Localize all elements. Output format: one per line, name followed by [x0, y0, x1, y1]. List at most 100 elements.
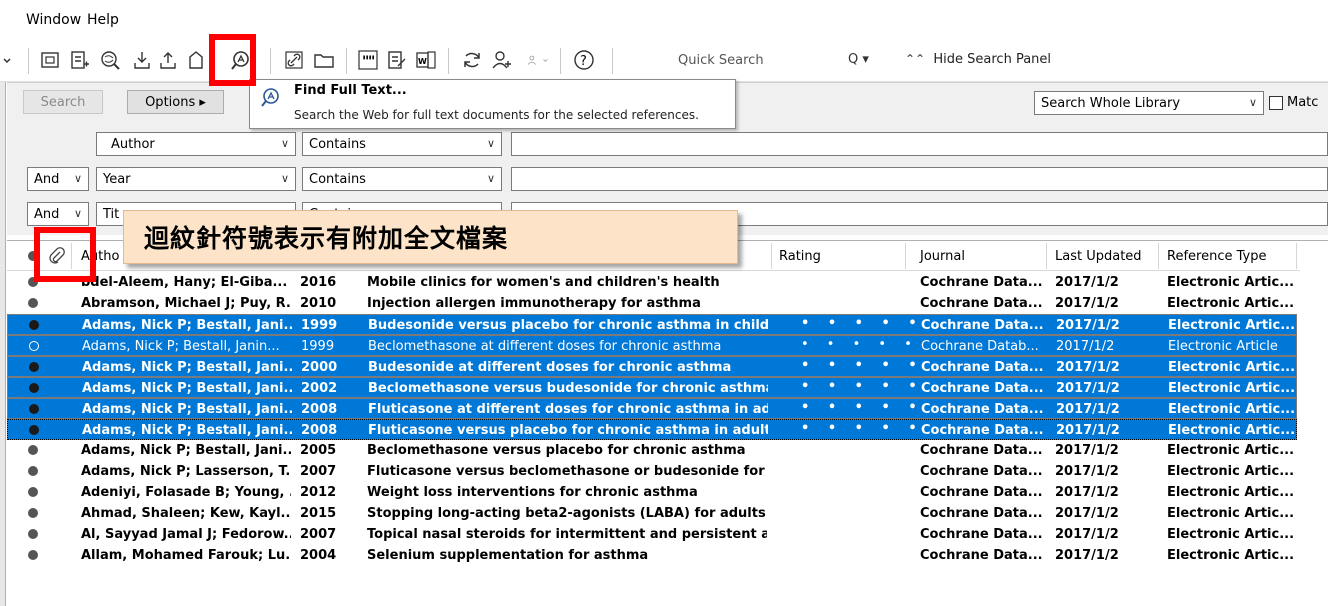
cell-journal: Cochrane Data... [921, 423, 1044, 438]
chevron-down-icon: ∨ [486, 137, 495, 150]
find-full-text-tooltip: Find Full Text... Search the Web for ful… [249, 79, 736, 129]
search-bool-value-2: And [34, 171, 60, 187]
table-row[interactable]: Adams, Nick P; Bestall, Janin... 1999 Becl… [7, 335, 1297, 356]
highlight-paperclip [34, 227, 96, 282]
match-case-checkbox[interactable] [1269, 96, 1283, 110]
share-icon[interactable] [490, 48, 514, 72]
table-row[interactable]: Adams, Nick P; Bestall, Jani... 2002 Beclo… [7, 377, 1297, 398]
cell-title: Stopping long-acting beta2-agonists (LAB… [367, 506, 767, 521]
cell-author: bdel-Aleem, Hany; El-Giba... [81, 275, 288, 290]
read-status-icon [28, 529, 38, 539]
chevron-up-icon: ⌃⌃ [905, 52, 926, 66]
cell-title: Topical nasal steroids for intermittent … [367, 527, 767, 542]
rating-stars[interactable]: • • • • • [801, 337, 919, 352]
rating-stars[interactable]: • • • • • [801, 400, 924, 415]
table-row[interactable]: Adams, Nick P; Bestall, Jani... 2000 Budes… [7, 356, 1297, 377]
cell-author: Allam, Mohamed Farouk; Lu... [81, 548, 291, 563]
new-library-icon[interactable] [38, 48, 62, 72]
search-op-value-1: Contains [309, 136, 366, 152]
search-field-value-2: Year [103, 171, 131, 187]
rating-stars[interactable]: • • • • • [801, 358, 924, 373]
table-row[interactable]: Abramson, Michael J; Puy, R... 2010 Inject… [7, 293, 1297, 314]
chevron-down-icon[interactable] [0, 48, 14, 72]
sync-icon[interactable] [460, 48, 484, 72]
download-icon[interactable] [130, 48, 154, 72]
cell-author: Adams, Nick P; Bestall, Janin... [82, 339, 280, 354]
svg-text:?: ? [580, 54, 587, 69]
cell-title: Weight loss interventions for chronic as… [367, 485, 698, 500]
table-row[interactable]: Allam, Mohamed Farouk; Lu... 2004 Selenium… [7, 545, 1297, 566]
options-button[interactable]: Options ▸ [127, 90, 224, 114]
search-op-select-1[interactable]: Contains ∨ [302, 132, 502, 156]
table-row[interactable]: Al, Sayyad Jamal J; Fedorow... 2007 Topica… [7, 524, 1297, 545]
online-search-icon[interactable] [98, 48, 122, 72]
annotation-callout: 迴紋針符號表示有附加全文檔案 [123, 210, 738, 264]
search-scope-select[interactable]: Search Whole Library ∨ [1034, 91, 1264, 115]
cell-journal: Cochrane Data... [921, 318, 1044, 333]
word-icon[interactable]: W [414, 48, 438, 72]
cell-reference-type: Electronic Artic... [1167, 548, 1295, 563]
search-field-select-2[interactable]: Year ∨ [96, 167, 296, 191]
cell-title: Selenium supplementation for asthma [367, 548, 649, 563]
cell-journal: Cochrane Data... [920, 548, 1043, 563]
table-row[interactable]: Adeniyi, Folasade B; Young, ... 2012 Weigh… [7, 482, 1297, 503]
cell-year: 2010 [300, 296, 337, 311]
cell-title: Beclomethasone at different doses for ch… [368, 339, 722, 354]
folder-icon[interactable] [312, 48, 336, 72]
menu-help[interactable]: Help [87, 12, 119, 28]
cell-journal: Cochrane Data... [920, 527, 1043, 542]
search-op-select-2[interactable]: Contains ∨ [302, 167, 502, 191]
menu-window[interactable]: Window [26, 12, 81, 28]
column-last-updated[interactable]: Last Updated [1055, 249, 1142, 264]
table-row[interactable]: Ahmad, Shaleen; Kew, Kayl... 2015 Stopping… [7, 503, 1297, 524]
search-term-input-2[interactable] [511, 167, 1328, 191]
rating-stars[interactable]: • • • • • [801, 379, 924, 394]
chevron-down-icon: ∨ [486, 172, 495, 185]
cell-last-updated: 2017/1/2 [1056, 360, 1120, 375]
cell-journal: Cochrane Data... [920, 443, 1043, 458]
search-dropdown-icon[interactable]: Q ▾ [848, 52, 869, 67]
read-status-icon [29, 362, 39, 372]
upload-icon[interactable] [156, 48, 180, 72]
cell-author: Adams, Nick P; Lasserson, T... [81, 464, 291, 479]
search-button[interactable]: Search [23, 90, 103, 114]
table-row[interactable]: Adams, Nick P; Bestall, Jani... 2008 Fluti… [7, 398, 1297, 419]
cell-title: Injection allergen immunotherapy for ast… [367, 296, 701, 311]
groups-icon[interactable] [520, 48, 554, 72]
link-icon[interactable] [282, 48, 306, 72]
table-row[interactable]: Adams, Nick P; Bestall, Jani... 1999 Budes… [7, 314, 1297, 335]
format-bibliography-icon[interactable] [385, 48, 409, 72]
cell-year: 2016 [300, 275, 337, 290]
quick-search-input[interactable]: Quick Search [678, 53, 764, 68]
cell-journal: Cochrane Data... [921, 381, 1044, 396]
column-reference-type[interactable]: Reference Type [1167, 249, 1266, 264]
cell-last-updated: 2017/1/2 [1056, 423, 1120, 438]
import-icon[interactable] [68, 48, 92, 72]
cell-journal: Cochrane Data... [920, 275, 1043, 290]
cell-year: 2008 [301, 402, 338, 417]
cell-last-updated: 2017/1/2 [1055, 464, 1119, 479]
table-row[interactable]: Adams, Nick P; Bestall, Jani... 2005 Beclo… [7, 440, 1297, 461]
help-icon[interactable]: ? [572, 48, 596, 72]
cell-author: Adeniyi, Folasade B; Young, ... [81, 485, 291, 500]
rating-stars[interactable]: • • • • • [801, 316, 924, 331]
table-row[interactable]: Adams, Nick P; Bestall, Jani... 2008 Fluti… [7, 419, 1297, 440]
table-row[interactable]: bdel-Aleem, Hany; El-Giba... 2016 Mobile c… [7, 272, 1297, 293]
table-row[interactable]: Adams, Nick P; Lasserson, T... 2007 Flutic… [7, 461, 1297, 482]
shared-icon[interactable] [184, 48, 208, 72]
insert-citation-icon[interactable]: " " [356, 48, 380, 72]
column-journal[interactable]: Journal [920, 249, 965, 264]
cell-title: Fluticasone versus beclomethasone or bud… [367, 464, 767, 479]
search-field-select-1[interactable]: Author ∨ [96, 132, 296, 156]
hide-search-panel-button[interactable]: ⌃⌃ Hide Search Panel [905, 52, 1051, 67]
cell-reference-type: Electronic Artic... [1167, 464, 1295, 479]
rating-stars[interactable]: • • • • • [801, 421, 924, 436]
cell-year: 2002 [301, 381, 338, 396]
cell-reference-type: Electronic Artic... [1168, 402, 1296, 417]
search-bool-select-2[interactable]: And ∨ [27, 167, 89, 191]
search-term-input-1[interactable] [511, 132, 1328, 156]
column-rating[interactable]: Rating [779, 249, 821, 264]
cell-journal: Cochrane Data... [921, 360, 1044, 375]
vertical-scrollbar[interactable] [1300, 241, 1328, 606]
search-bool-select-3[interactable]: And ∨ [27, 202, 89, 226]
